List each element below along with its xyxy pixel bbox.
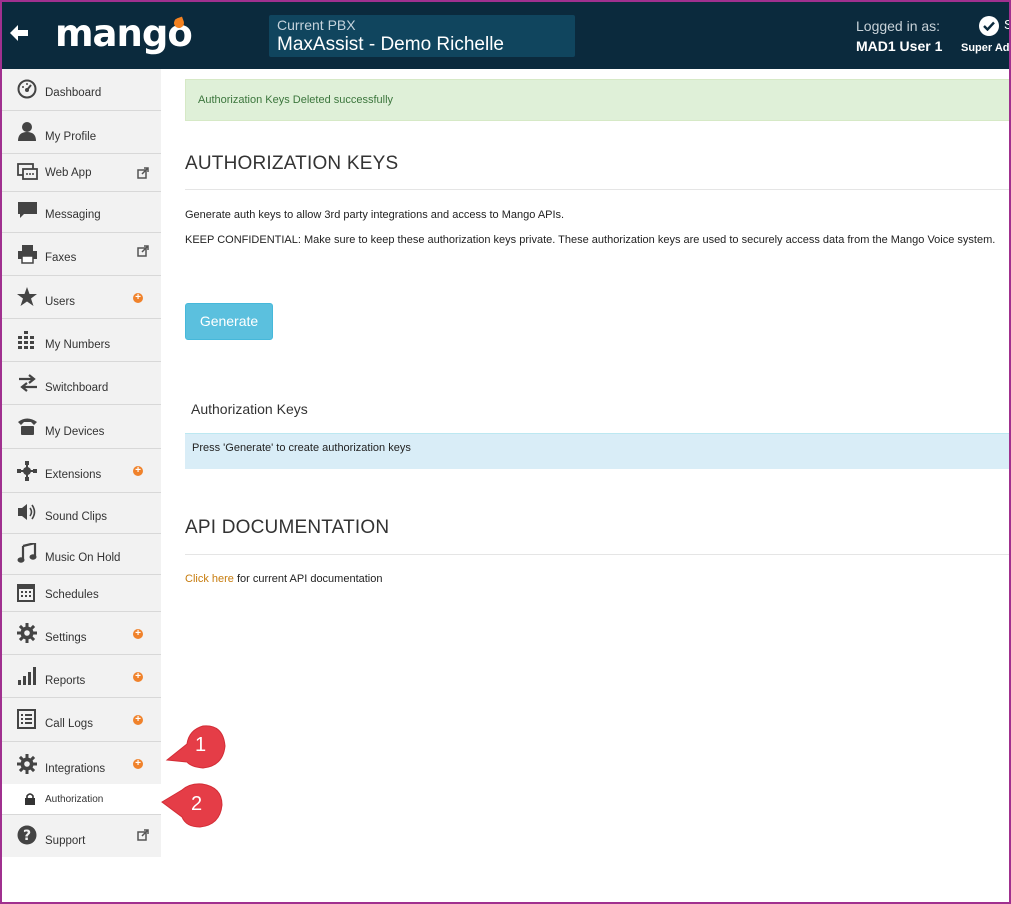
calendar-icon (17, 583, 39, 603)
logged-in-user[interactable]: MAD1 User 1 (856, 38, 942, 54)
expand-plus-icon[interactable]: + (133, 759, 143, 769)
sidebar-item-label: Users (45, 296, 76, 308)
pbx-caption: Current PBX (277, 17, 356, 33)
generate-button[interactable]: Generate (185, 303, 273, 340)
sidebar-item-label: Web App (45, 167, 92, 179)
sidebar-item-switchboard[interactable]: Switchboard (2, 362, 161, 405)
description-text: Generate auth keys to allow 3rd party in… (185, 209, 565, 221)
sidebar-item-integrations[interactable]: Integrations + (2, 742, 161, 784)
expand-plus-icon[interactable]: + (133, 293, 143, 303)
sidebar-item-label: My Numbers (45, 339, 111, 351)
sidebar-subitem-authorization[interactable]: Authorization (2, 784, 161, 814)
external-link-icon (137, 244, 149, 257)
chat-icon (17, 163, 39, 183)
api-documentation-heading: API DOCUMENTATION (185, 517, 390, 538)
api-doc-suffix: for current API documentation (233, 573, 383, 585)
authorization-keys-subtitle: Authorization Keys (191, 401, 308, 417)
user-icon (17, 121, 39, 141)
back-arrow-icon[interactable] (8, 20, 30, 46)
sidebar-item-label: My Profile (45, 131, 97, 143)
sidebar-item-my-numbers[interactable]: My Numbers (2, 319, 161, 362)
sidebar-item-users[interactable]: Users + (2, 276, 161, 319)
sidebar: Dashboard My Profile Web App Messaging F… (2, 69, 161, 857)
sidebar-item-dashboard[interactable]: Dashboard (2, 69, 161, 111)
expand-plus-icon[interactable]: + (133, 715, 143, 725)
sidebar-item-my-devices[interactable]: My Devices (2, 405, 161, 449)
sidebar-item-extensions[interactable]: Extensions + (2, 449, 161, 493)
gear-icon (17, 754, 39, 774)
sidebar-item-label: Extensions (45, 469, 102, 481)
lock-icon (24, 792, 36, 810)
alert-message: Authorization Keys Deleted successfully (198, 94, 394, 106)
sidebar-item-label: Settings (45, 632, 87, 644)
mango-logo[interactable]: mango (55, 12, 193, 55)
sidebar-item-web-app[interactable]: Web App (2, 154, 161, 192)
expand-plus-icon[interactable]: + (133, 672, 143, 682)
sidebar-item-messaging[interactable]: Messaging (2, 192, 161, 233)
api-doc-link[interactable]: Click here (185, 573, 234, 585)
expand-plus-icon[interactable]: + (133, 629, 143, 639)
gear-icon (17, 623, 39, 643)
sidebar-item-label: Support (45, 835, 86, 847)
music-icon (17, 541, 39, 563)
message-icon (17, 201, 39, 221)
sidebar-item-faxes[interactable]: Faxes (2, 233, 161, 276)
sidebar-item-label: My Devices (45, 426, 105, 438)
sidebar-item-call-logs[interactable]: Call Logs + (2, 698, 161, 742)
sidebar-item-sound-clips[interactable]: Sound Clips (2, 493, 161, 534)
super-admin-label: Super Admin (961, 42, 1009, 54)
admin-badge-text: S (1004, 17, 1011, 32)
sidebar-item-reports[interactable]: Reports + (2, 655, 161, 698)
top-header: mango Current PBX MaxAssist - Demo Riche… (0, 0, 1011, 69)
confidential-warning-text: KEEP CONFIDENTIAL: Make sure to keep the… (185, 234, 996, 246)
list-icon (17, 709, 39, 729)
sidebar-item-label: Schedules (45, 589, 99, 601)
bar-chart-icon (17, 666, 39, 686)
dashboard-icon (17, 79, 39, 99)
speaker-icon (17, 502, 39, 522)
keypad-icon (17, 330, 39, 350)
printer-icon (17, 244, 39, 264)
sidebar-item-label: Call Logs (45, 718, 93, 730)
pbx-name: MaxAssist - Demo Richelle (277, 34, 504, 55)
sidebar-item-label: Dashboard (45, 87, 102, 99)
sidebar-item-schedules[interactable]: Schedules (2, 575, 161, 612)
callout-number: 2 (191, 793, 203, 815)
transfer-icon (17, 373, 39, 393)
svg-text:?: ? (23, 828, 31, 844)
keys-info-row: Press 'Generate' to create authorization… (185, 433, 1011, 469)
external-link-icon (137, 166, 149, 179)
help-icon: ? (17, 825, 39, 845)
sidebar-item-label: Integrations (45, 763, 106, 775)
divider (185, 189, 1011, 190)
phone-icon (17, 416, 39, 436)
divider (185, 554, 1011, 555)
sidebar-item-support[interactable]: ? Support (2, 814, 161, 857)
extensions-icon (17, 461, 39, 481)
expand-plus-icon[interactable]: + (133, 466, 143, 476)
sidebar-item-label: Music On Hold (45, 552, 121, 564)
sidebar-item-my-profile[interactable]: My Profile (2, 111, 161, 154)
sidebar-item-label: Faxes (45, 252, 77, 264)
sidebar-item-label: Switchboard (45, 382, 109, 394)
sidebar-subitem-label: Authorization (45, 794, 104, 805)
authorization-keys-heading: AUTHORIZATION KEYS (185, 153, 399, 174)
sidebar-item-label: Messaging (45, 209, 101, 221)
sidebar-item-settings[interactable]: Settings + (2, 612, 161, 655)
external-link-icon (137, 828, 149, 841)
sidebar-item-label: Reports (45, 675, 86, 687)
callout-marker-1: 1 (165, 722, 229, 775)
callout-marker-2: 2 (160, 783, 224, 834)
success-alert: Authorization Keys Deleted successfully (185, 79, 1011, 121)
star-icon (17, 287, 39, 307)
sidebar-item-music-on-hold[interactable]: Music On Hold (2, 534, 161, 575)
callout-number: 1 (195, 734, 207, 756)
logged-in-label: Logged in as: (856, 18, 941, 34)
api-doc-line: Click here for current API documentation (185, 573, 383, 585)
sidebar-item-label: Sound Clips (45, 511, 108, 523)
keys-info-text: Press 'Generate' to create authorization… (192, 442, 411, 454)
current-pbx-selector[interactable]: Current PBX MaxAssist - Demo Richelle (269, 15, 575, 57)
checkmark-icon (979, 16, 999, 36)
